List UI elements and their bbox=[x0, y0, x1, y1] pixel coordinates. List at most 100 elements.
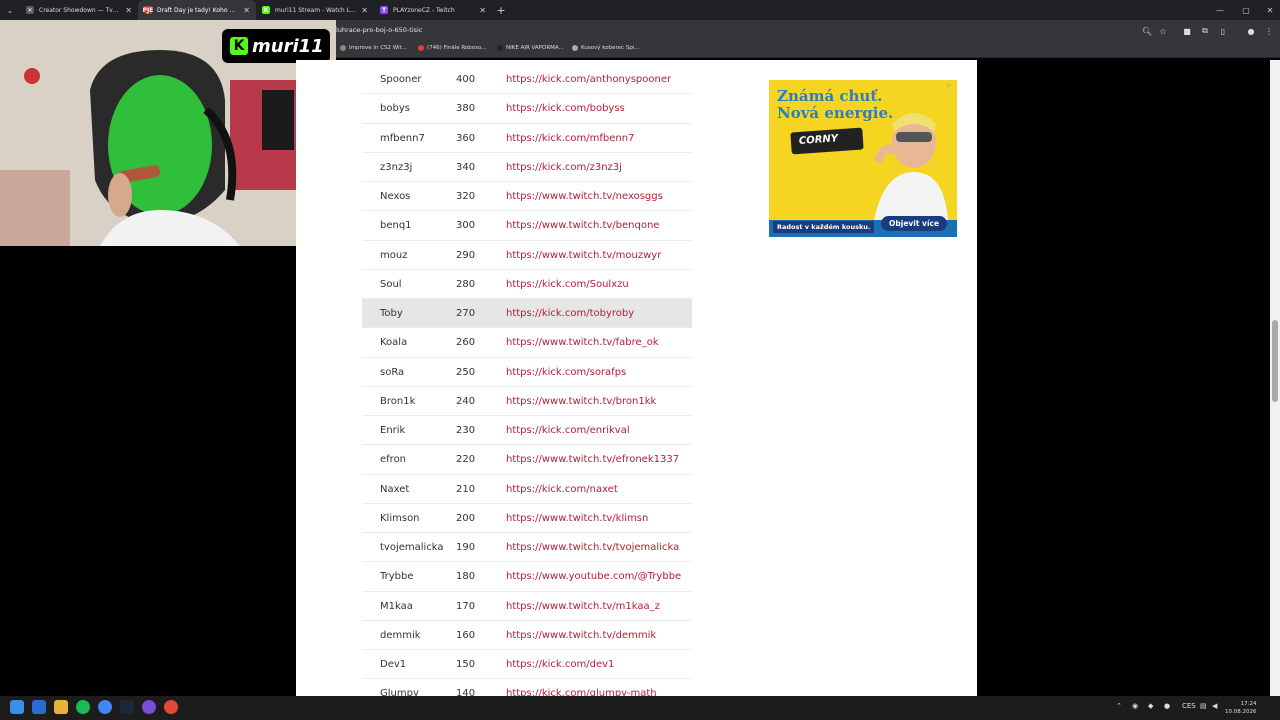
bookmark-label: (746) Finále Roboso... bbox=[427, 45, 487, 51]
browser-tab[interactable]: ✕ Creator Showdown — Tvůrci, R ✕ bbox=[20, 0, 138, 20]
browser-tab[interactable]: T PLAYzoneCZ - Twitch ✕ bbox=[374, 0, 492, 20]
new-tab-button[interactable]: + bbox=[492, 4, 510, 17]
player-link[interactable]: https://www.twitch.tv/tvojemalicka bbox=[506, 542, 679, 553]
steam-icon[interactable] bbox=[120, 700, 134, 714]
player-points: 140 bbox=[456, 688, 476, 696]
player-link[interactable]: https://www.youtube.com/@Trybbe bbox=[506, 571, 681, 582]
player-name: efron bbox=[380, 454, 407, 466]
tab-search-icon[interactable]: ⌄ bbox=[0, 0, 20, 20]
player-points: 300 bbox=[456, 220, 476, 232]
browser-tab[interactable]: Kmuri11 Stream - Watch Live on ✕ bbox=[256, 0, 374, 20]
player-link[interactable]: https://www.twitch.tv/efronek1337 bbox=[506, 454, 679, 465]
table-row: tvojemalicka 190 https://www.twitch.tv/tvo… bbox=[362, 533, 692, 563]
kick-logo-icon: K bbox=[230, 37, 248, 55]
player-points: 280 bbox=[456, 278, 476, 290]
sidebar-icon[interactable]: ▯ bbox=[1216, 24, 1230, 38]
player-points: 360 bbox=[456, 132, 476, 144]
windows-start-icon[interactable] bbox=[10, 700, 24, 714]
language-indicator[interactable]: CES bbox=[1182, 702, 1196, 710]
advertisement[interactable]: Známá chuť. Nová energie. CORNY Radost v… bbox=[769, 80, 957, 237]
player-link[interactable]: https://kick.com/dev1 bbox=[506, 659, 614, 670]
address-bar[interactable]: luhrace-pro-boj-o-650-tisic bbox=[336, 26, 422, 34]
tab-close-icon[interactable]: ✕ bbox=[479, 6, 486, 15]
profile-icon[interactable]: ● bbox=[1244, 24, 1258, 38]
extension-icon[interactable]: ■ bbox=[1180, 24, 1194, 38]
player-name: Toby bbox=[380, 308, 403, 319]
store-icon[interactable] bbox=[32, 700, 46, 714]
player-link[interactable]: https://kick.com/sorafps bbox=[506, 367, 626, 378]
player-points: 240 bbox=[456, 395, 476, 407]
bookmark-item[interactable]: Improve In CS2 Wit... bbox=[340, 45, 407, 51]
player-link[interactable]: https://www.twitch.tv/nexosggs bbox=[506, 191, 663, 202]
player-link[interactable]: https://www.twitch.tv/bron1kk bbox=[506, 396, 656, 407]
player-points: 180 bbox=[456, 571, 476, 583]
file-explorer-icon[interactable] bbox=[54, 700, 68, 714]
player-link[interactable]: https://www.twitch.tv/mouzwyr bbox=[506, 250, 661, 261]
table-row: mouz 290 https://www.twitch.tv/mouzwyr bbox=[362, 241, 692, 270]
network-icon[interactable]: ▤ bbox=[1200, 702, 1207, 710]
bookmark-item[interactable]: (746) Finále Roboso... bbox=[418, 45, 487, 51]
page-scrollbar[interactable] bbox=[1270, 60, 1280, 696]
player-link[interactable]: https://kick.com/glumpy-math bbox=[506, 688, 657, 696]
tab-close-icon[interactable]: ✕ bbox=[125, 6, 132, 15]
player-link[interactable]: https://kick.com/enrikval bbox=[506, 425, 630, 436]
tab-bar: ⌄ ✕Creator Showdown — Tvůrci, R✕PJEDraft… bbox=[0, 0, 1280, 20]
player-name: Dev1 bbox=[380, 659, 407, 670]
player-points: 200 bbox=[456, 512, 476, 524]
table-row: Nexos 320 https://www.twitch.tv/nexosggs bbox=[362, 182, 692, 212]
close-window-button[interactable]: ✕ bbox=[1258, 0, 1280, 20]
player-link[interactable]: https://kick.com/mfbenn7 bbox=[506, 133, 634, 144]
windows-taskbar: ⌃ ◉ ◆ ● CES ▤ ◀ 17:24 10.08.2026 bbox=[0, 696, 1280, 720]
browser-tab[interactable]: PJEDraft Day je tady! Koho si zvolí ✕ bbox=[138, 0, 256, 20]
system-clock[interactable]: 17:24 10.08.2026 bbox=[1225, 700, 1257, 716]
player-link[interactable]: https://www.twitch.tv/klimsn bbox=[506, 513, 648, 524]
player-link[interactable]: https://kick.com/tobyroby bbox=[506, 308, 634, 319]
player-points: 340 bbox=[456, 161, 476, 173]
player-points: 220 bbox=[456, 454, 476, 466]
table-row: mfbenn7 360 https://kick.com/mfbenn7 bbox=[362, 124, 692, 153]
ad-person-image bbox=[874, 113, 948, 220]
chrome-icon[interactable] bbox=[98, 700, 112, 714]
player-link[interactable]: https://kick.com/bobyss bbox=[506, 103, 625, 114]
player-link[interactable]: https://kick.com/Soulxzu bbox=[506, 279, 629, 290]
zoom-icon[interactable]: 🔍︎ bbox=[1140, 24, 1154, 38]
spotify-icon[interactable] bbox=[76, 700, 90, 714]
player-link[interactable]: https://www.twitch.tv/m1kaa_z bbox=[506, 601, 660, 612]
tray-app-icon-2[interactable]: ◆ bbox=[1148, 702, 1153, 710]
ad-info-icon[interactable]: ▷ bbox=[947, 82, 955, 90]
channel-badge: K muri11 bbox=[222, 29, 330, 63]
bookmark-label: Improve In CS2 Wit... bbox=[349, 45, 408, 51]
ad-cta-button[interactable]: Objevit více bbox=[881, 216, 948, 231]
table-row: bobys 380 https://kick.com/bobyss bbox=[362, 94, 692, 124]
bookmark-item[interactable]: Kusový koberec Spi... bbox=[572, 45, 640, 51]
tab-close-icon[interactable]: ✕ bbox=[243, 6, 250, 15]
player-link[interactable]: https://www.twitch.tv/benqone bbox=[506, 220, 659, 231]
discord-icon[interactable] bbox=[142, 700, 156, 714]
tab-close-icon[interactable]: ✕ bbox=[361, 6, 368, 15]
player-points: 190 bbox=[456, 542, 476, 553]
bookmark-label: NIKE AIR VAPORMA... bbox=[506, 45, 564, 51]
tab-title: PLAYzoneCZ - Twitch bbox=[393, 6, 455, 14]
menu-icon[interactable]: ⋮ bbox=[1262, 24, 1276, 38]
player-link[interactable]: https://kick.com/z3nz3j bbox=[506, 162, 622, 173]
table-row: Naxet 210 https://kick.com/naxet bbox=[362, 475, 692, 504]
obs-icon[interactable] bbox=[164, 700, 178, 714]
player-link[interactable]: https://www.twitch.tv/fabre_ok bbox=[506, 337, 659, 348]
extensions-puzzle-icon[interactable]: ⧉ bbox=[1198, 24, 1212, 38]
player-link[interactable]: https://www.twitch.tv/demmik bbox=[506, 630, 656, 641]
microphone-icon[interactable]: ● bbox=[1164, 702, 1170, 710]
table-row: demmik 160 https://www.twitch.tv/demmik bbox=[362, 621, 692, 650]
volume-icon[interactable]: ◀ bbox=[1212, 702, 1217, 710]
bookmark-star-icon[interactable]: ☆ bbox=[1156, 24, 1170, 38]
player-link[interactable]: https://kick.com/anthonyspooner bbox=[506, 74, 671, 85]
scrollbar-thumb[interactable] bbox=[1272, 320, 1278, 402]
table-row: efron 220 https://www.twitch.tv/efronek133… bbox=[362, 445, 692, 475]
player-link[interactable]: https://kick.com/naxet bbox=[506, 484, 618, 495]
tray-chevron-icon[interactable]: ⌃ bbox=[1116, 702, 1122, 710]
table-row: Toby 270 https://kick.com/tobyroby bbox=[362, 299, 692, 329]
minimize-button[interactable]: — bbox=[1208, 0, 1232, 20]
tray-app-icon[interactable]: ◉ bbox=[1132, 702, 1138, 710]
maximize-button[interactable]: ▢ bbox=[1234, 0, 1258, 20]
bookmark-item[interactable]: NIKE AIR VAPORMA... bbox=[497, 45, 564, 51]
player-name: soRa bbox=[380, 366, 405, 378]
